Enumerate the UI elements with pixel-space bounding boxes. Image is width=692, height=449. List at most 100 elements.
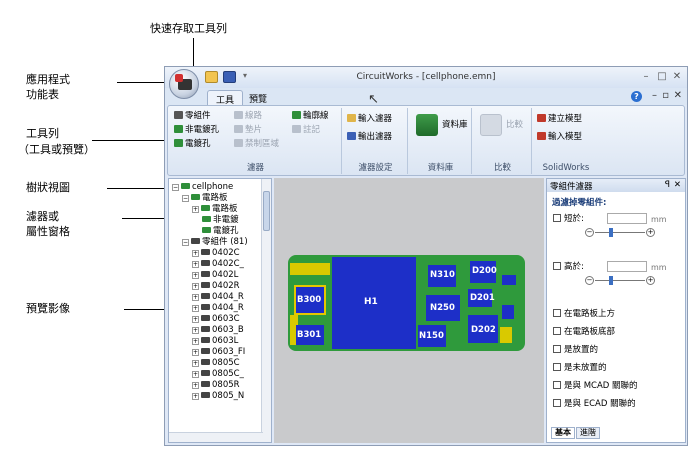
tree-component-item[interactable]: +0603L [192, 336, 238, 346]
filter-notes-label: 註記 [303, 125, 321, 135]
pcb-label: N310 [430, 270, 455, 280]
tree-component-item[interactable]: +0805_N [192, 391, 244, 401]
pcb-label: D200 [472, 266, 497, 276]
filter-traces-button[interactable]: 線路 [234, 111, 262, 121]
tab-tools[interactable]: 工具 [207, 90, 244, 106]
slider-plus-icon[interactable]: + [646, 276, 655, 285]
library-icon[interactable] [416, 114, 438, 136]
slider-minus-icon[interactable]: − [585, 276, 594, 285]
tab-advanced[interactable]: 進階 [576, 427, 600, 439]
help-icon[interactable]: ? [631, 91, 642, 102]
tree-root[interactable]: − cellphone [172, 182, 233, 192]
taller-than-input[interactable] [607, 261, 647, 272]
tree-board-child[interactable]: 非電鍍 [202, 215, 239, 225]
group-solidworks: 建立模型 輸入模型 SolidWorks [534, 108, 598, 174]
tree-vertical-scrollbar[interactable] [261, 179, 271, 442]
tree-board-child-label: 非電鍍 [213, 215, 239, 225]
tree-component-item[interactable]: +0404_R [192, 303, 244, 313]
import-model-button[interactable]: 輸入模型 [537, 132, 582, 142]
filter-plated-holes-button[interactable]: 電鍍孔 [174, 139, 211, 149]
filter-keepout-button[interactable]: 禁制區域 [234, 139, 279, 149]
tree-component-label: 0805R [212, 380, 240, 390]
tree-component-item[interactable]: +0603C [192, 314, 240, 324]
filter-option-label: 在電路板底部 [564, 327, 616, 337]
short-than-label: 短於: [564, 214, 584, 224]
mdi-minimize-icon[interactable]: – [652, 90, 657, 101]
filter-option-checkbox[interactable]: 在電路板底部 [553, 327, 615, 337]
import-model-icon [537, 132, 546, 140]
import-filter-label: 輸入濾器 [358, 114, 393, 124]
filter-option-checkbox[interactable]: 是放置的 [553, 345, 598, 355]
slider-minus-icon[interactable]: − [585, 228, 594, 237]
component-icon [201, 381, 210, 387]
tree-component-item[interactable]: +0603_B [192, 325, 244, 335]
tree-component-item[interactable]: +0404_R [192, 292, 244, 302]
import-filter-button[interactable]: 輸入濾器 [347, 114, 392, 124]
pcb-label: B301 [297, 330, 322, 340]
filter-outline-button[interactable]: 輪廓線 [292, 111, 329, 121]
tree-board-child-label: 電路板 [212, 204, 238, 214]
filter-option-checkbox[interactable]: 是與 MCAD 關聯的 [553, 381, 638, 391]
compare-button[interactable]: 比較 [506, 120, 523, 130]
check-icon [174, 125, 183, 133]
filter-traces-label: 線路 [245, 111, 263, 121]
filter-option-label: 是與 ECAD 關聯的 [564, 399, 636, 409]
minimize-icon[interactable]: – [639, 71, 653, 82]
tree-component-item[interactable]: +0603_FI [192, 347, 245, 357]
short-than-slider[interactable]: − + [585, 228, 655, 238]
tree-board-child[interactable]: + 電路板 [192, 204, 238, 214]
component-icon [201, 337, 210, 343]
tree-component-label: 0402R [212, 281, 240, 291]
compare-icon[interactable] [480, 114, 502, 136]
tab-preview[interactable]: 預覽 [241, 90, 275, 105]
tree-component-item[interactable]: +0805C_ [192, 369, 244, 379]
taller-than-checkbox[interactable]: 高於: [553, 262, 584, 272]
slider-plus-icon[interactable]: + [646, 228, 655, 237]
filter-non-plated-holes-button[interactable]: 非電鍍孔 [174, 125, 219, 135]
filter-option-checkbox[interactable]: 在電路板上方 [553, 309, 615, 319]
close-icon[interactable]: ✕ [670, 71, 684, 82]
tree-horizontal-scrollbar[interactable] [169, 432, 263, 442]
maximize-icon[interactable]: □ [655, 71, 669, 82]
tree-board-child[interactable]: 電鍍孔 [202, 226, 239, 236]
slider-knob[interactable] [609, 228, 613, 237]
filter-option-checkbox[interactable]: 是未放置的 [553, 363, 607, 373]
tree-root-label: cellphone [192, 182, 234, 192]
tree-board[interactable]: − 電路板 [182, 193, 228, 203]
tree-component-item[interactable]: +0402L [192, 270, 238, 280]
build-model-button[interactable]: 建立模型 [537, 114, 582, 124]
tree-component-item[interactable]: +0402R [192, 281, 240, 291]
mdi-restore-icon[interactable]: ▫ [662, 90, 669, 101]
tree-component-item[interactable]: +0805R [192, 380, 240, 390]
mdi-close-icon[interactable]: ✕ [674, 90, 682, 101]
taller-than-slider[interactable]: − + [585, 276, 655, 286]
group-solidworks-label: SolidWorks [542, 163, 590, 173]
filter-notes-button[interactable]: 註記 [292, 125, 320, 135]
short-than-checkbox[interactable]: 短於: [553, 214, 584, 224]
gold-pad [500, 327, 512, 343]
pin-icon[interactable]: ꟼ [665, 180, 670, 190]
tree-component-label: 0805C [212, 358, 240, 368]
library-button[interactable]: 資料庫 [442, 120, 468, 130]
slider-knob[interactable] [609, 276, 613, 285]
filter-option-label: 是與 MCAD 關聯的 [564, 381, 638, 391]
export-filter-button[interactable]: 輸出濾器 [347, 132, 392, 142]
gold-pad [290, 263, 330, 275]
tab-basic[interactable]: 基本 [551, 427, 575, 439]
filter-keepout-label: 禁制區域 [245, 139, 280, 149]
close-pane-icon[interactable]: ✕ [674, 180, 681, 190]
tree-component-item[interactable]: +0402C [192, 248, 240, 258]
filter-components-button[interactable]: 零組件 [174, 111, 211, 121]
filter-pads-button[interactable]: 墊片 [234, 125, 262, 135]
filter-option-checkbox[interactable]: 是與 ECAD 關聯的 [553, 399, 636, 409]
tree-components[interactable]: − 零組件 (81) [182, 237, 248, 247]
application-menu-button[interactable] [169, 69, 199, 99]
short-than-input[interactable] [607, 213, 647, 224]
annotation-app-menu-line2: 功能表 [26, 88, 59, 101]
preview-image[interactable]: H1 B300 B301 N310 D200 D201 N250 N150 D2… [274, 178, 544, 443]
component-icon [201, 293, 210, 299]
filter-pads-label: 墊片 [245, 125, 263, 135]
tree-component-item[interactable]: +0805C [192, 358, 240, 368]
filter-outline-label: 輪廓線 [303, 111, 329, 121]
tree-component-item[interactable]: +0402C_ [192, 259, 244, 269]
